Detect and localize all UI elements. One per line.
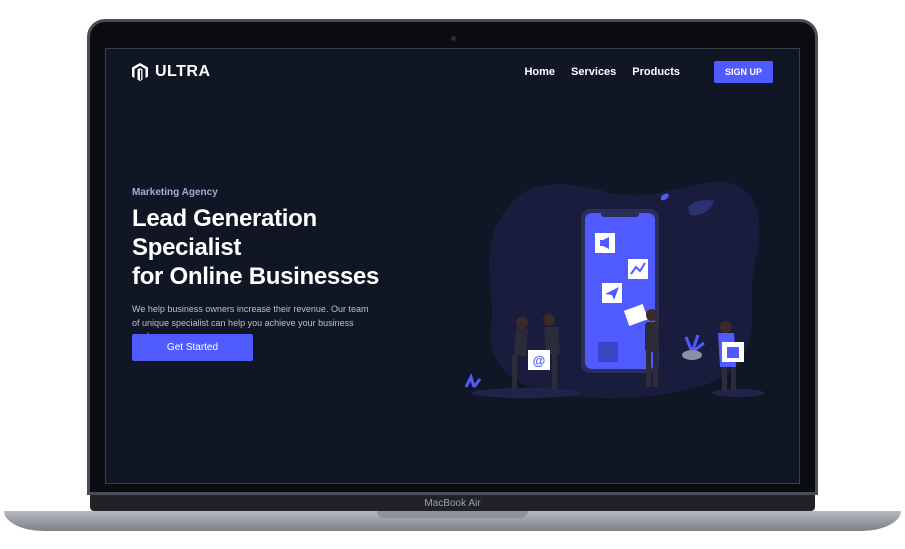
hero-headline-line2: for Online Businesses bbox=[132, 263, 380, 290]
magento-logo-icon bbox=[132, 63, 148, 81]
brand[interactable]: ULTRA bbox=[132, 63, 211, 81]
email-symbol: @ bbox=[533, 353, 546, 368]
laptop-notch bbox=[377, 511, 528, 518]
brand-name: ULTRA bbox=[155, 63, 211, 80]
hero-text: Marketing Agency Lead Generation Special… bbox=[132, 187, 432, 344]
hero-eyebrow: Marketing Agency bbox=[132, 187, 218, 198]
nav-link-services[interactable]: Services bbox=[571, 66, 616, 78]
signup-button[interactable]: SIGN UP bbox=[713, 61, 773, 83]
screen: ULTRA Home Services Products SIGN UP Mar… bbox=[105, 48, 800, 484]
navbar: ULTRA Home Services Products SIGN UP bbox=[106, 49, 799, 95]
hero-headline: Lead Generation Specialist for Online Bu… bbox=[132, 204, 432, 291]
hero-headline-line1: Lead Generation Specialist bbox=[132, 205, 317, 261]
camera bbox=[451, 36, 456, 41]
nav-links: Home Services Products SIGN UP bbox=[524, 61, 773, 83]
nav-link-home[interactable]: Home bbox=[524, 66, 555, 78]
hero-illustration: @ bbox=[464, 181, 764, 399]
nav-link-products[interactable]: Products bbox=[632, 66, 680, 78]
get-started-button[interactable]: Get Started bbox=[132, 334, 253, 361]
device-label: MacBook Air bbox=[424, 498, 481, 509]
